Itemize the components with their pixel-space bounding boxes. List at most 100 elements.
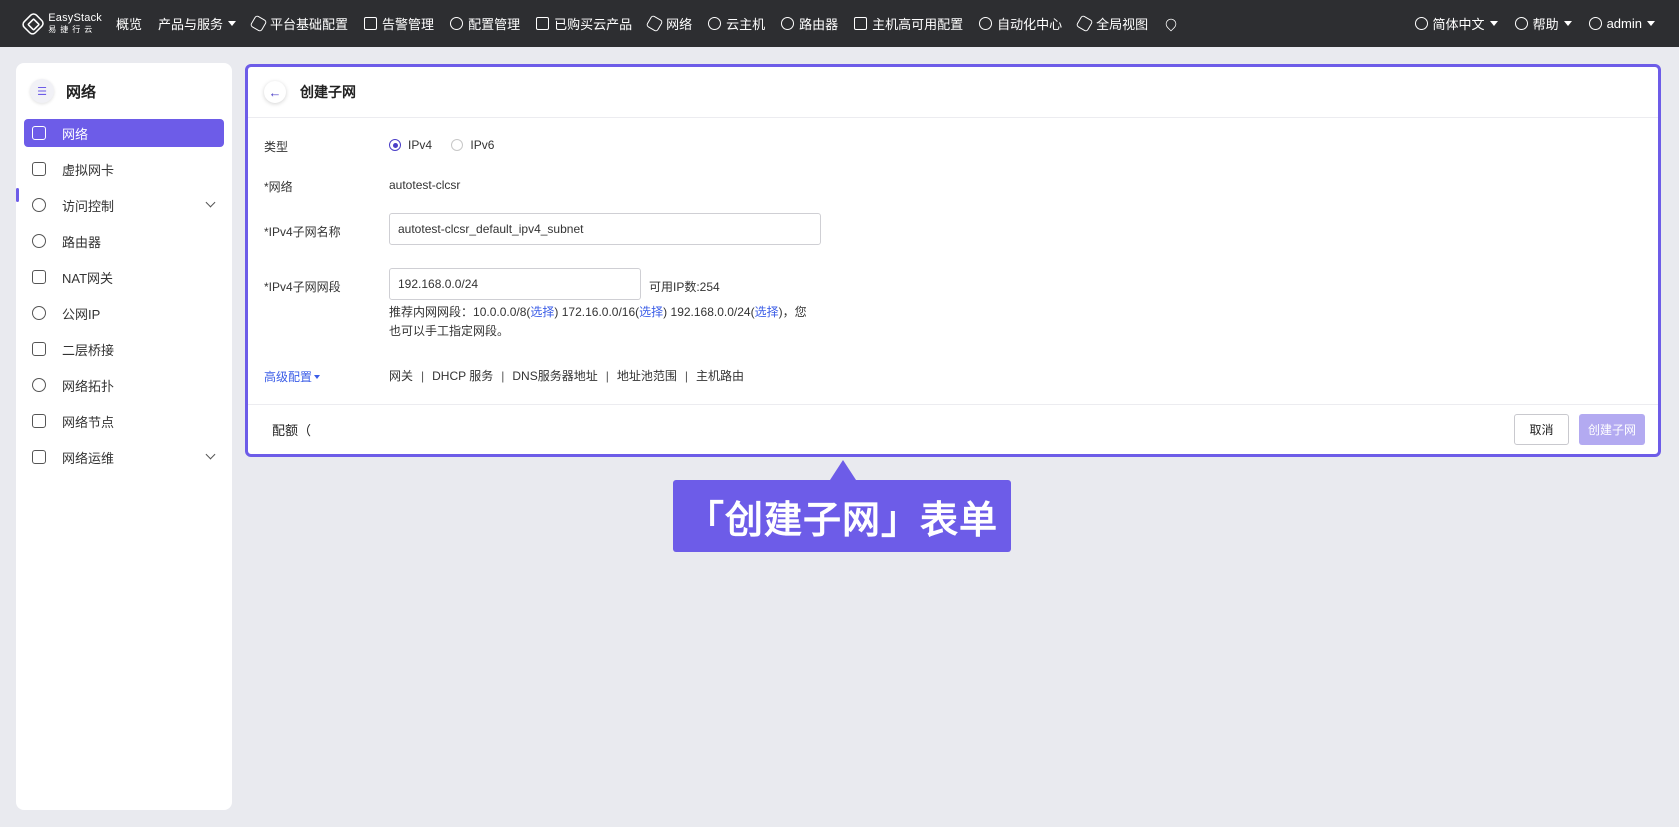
nav-overview[interactable]: 概览: [116, 14, 142, 33]
logo-mark-icon: [20, 10, 46, 37]
language-switch[interactable]: 简体中文: [1414, 14, 1498, 33]
easystack-logo[interactable]: EasyStack 易捷行云: [20, 10, 102, 37]
nav-cloud-host[interactable]: 云主机: [708, 14, 765, 33]
public-ip-icon: [32, 306, 46, 320]
sidebar-item-public-ip[interactable]: 公网IP: [24, 299, 224, 327]
nav-products-services[interactable]: 产品与服务: [158, 14, 237, 33]
nav-purchased[interactable]: 已购买云产品: [536, 14, 632, 33]
ha-icon: [854, 17, 868, 30]
back-arrow-icon[interactable]: ←: [264, 81, 286, 103]
create-subnet-button[interactable]: 创建子网: [1579, 414, 1645, 445]
caret-down-icon: [1563, 21, 1572, 26]
network-icon: [645, 14, 664, 33]
adv-host-routes[interactable]: 主机路由: [696, 367, 744, 384]
page-title: 创建子网: [300, 84, 356, 100]
nat-gateway-icon: [32, 270, 46, 284]
network-label: *网络: [264, 180, 293, 194]
topology-icon: [32, 378, 46, 392]
help-icon: [1514, 17, 1528, 30]
nav-platform-config[interactable]: 平台基础配置: [249, 14, 348, 33]
pin-button[interactable]: [1163, 16, 1179, 31]
recommended-cidr-hint: 推荐内网网段：10.0.0.0/8(选择) 172.16.0.0/16(选择) …: [389, 305, 807, 338]
quota-label: 配额（: [272, 423, 312, 438]
nav-config[interactable]: 配置管理: [450, 14, 520, 33]
sidebar-item-network-ops[interactable]: 网络运维: [24, 443, 224, 471]
advanced-config-items: 网关 | DHCP 服务 | DNS服务器地址 | 地址池范围 | 主机路由: [389, 367, 745, 384]
user-menu[interactable]: admin: [1588, 16, 1655, 31]
list-icon: [536, 17, 550, 30]
chevron-down-icon: [205, 197, 216, 208]
radio-ipv6[interactable]: IPv6: [451, 138, 494, 152]
subnet-name-input[interactable]: autotest-clcsr_default_ipv4_subnet: [389, 213, 821, 245]
top-navbar: EasyStack 易捷行云 概览 产品与服务 平台基础配置 告警管理 配置管理…: [0, 0, 1679, 47]
user-icon: [1588, 17, 1602, 30]
adv-dns[interactable]: DNS服务器地址: [512, 367, 597, 384]
caret-down-icon: [1489, 21, 1498, 26]
caret-down-icon: [228, 21, 237, 26]
create-subnet-card: ← 创建子网 类型 IPv4 IPv6 *网络 autotest-clcsr *…: [245, 64, 1661, 457]
sidebar-title: 网络: [66, 83, 97, 101]
sidebar-item-network[interactable]: 网络: [24, 119, 224, 147]
nav-network[interactable]: 网络: [645, 14, 692, 33]
sidebar-item-nat-gateway[interactable]: NAT网关: [24, 263, 224, 291]
cancel-button[interactable]: 取消: [1514, 414, 1569, 445]
available-ip-count: 可用IP数:254: [649, 280, 720, 294]
radio-checked-icon: [389, 139, 401, 151]
sidebar-header: ☰ 网络: [16, 63, 232, 119]
help-menu[interactable]: 帮助: [1514, 14, 1572, 33]
cloud-icon: [708, 17, 722, 30]
adv-pool[interactable]: 地址池范围: [617, 367, 677, 384]
adv-gateway[interactable]: 网关: [389, 367, 413, 384]
chevron-down-icon: [205, 449, 216, 460]
nav-host-ha[interactable]: 主机高可用配置: [854, 14, 963, 33]
subnet-name-label: *IPv4子网名称: [264, 225, 341, 239]
nic-icon: [32, 162, 46, 176]
caret-down-icon: [1647, 21, 1655, 26]
sidebar-item-network-node[interactable]: 网络节点: [24, 407, 224, 435]
sidebar: ☰ 网络 网络 虚拟网卡 访问控制 路由器 NAT网关 公网IP 二层桥接 网络…: [16, 63, 232, 810]
radio-ipv4[interactable]: IPv4: [389, 138, 432, 152]
ops-icon: [32, 450, 46, 464]
sidebar-item-router[interactable]: 路由器: [24, 227, 224, 255]
menu-toggle-icon[interactable]: ☰: [30, 79, 54, 103]
card-footer: 配额（ 取消 创建子网: [248, 404, 1658, 454]
advanced-config-toggle[interactable]: 高级配置: [264, 368, 321, 385]
settings-icon: [450, 17, 464, 30]
bell-icon: [364, 17, 378, 30]
choose-10-link[interactable]: 选择: [530, 305, 554, 319]
router-icon: [32, 234, 46, 248]
node-icon: [32, 414, 46, 428]
cidr-label: *IPv4子网网段: [264, 280, 341, 294]
sidebar-item-virtual-nic[interactable]: 虚拟网卡: [24, 155, 224, 183]
sidebar-item-l2-bridge[interactable]: 二层桥接: [24, 335, 224, 363]
global-view-icon: [1075, 14, 1094, 33]
nav-right: 简体中文 帮助 admin: [1398, 14, 1655, 33]
caret-down-icon: [314, 374, 321, 379]
callout-banner: 「创建子网」表单: [673, 480, 1011, 552]
router-icon: [781, 17, 795, 30]
pin-icon: [1163, 16, 1179, 31]
card-header: ← 创建子网: [248, 67, 1658, 118]
choose-192-link[interactable]: 选择: [755, 305, 779, 319]
type-radio-group: IPv4 IPv6: [389, 138, 510, 154]
cidr-input[interactable]: 192.168.0.0/24: [389, 268, 641, 300]
nav-global-view[interactable]: 全局视图: [1075, 14, 1148, 33]
sidebar-item-access-control[interactable]: 访问控制: [24, 191, 224, 219]
network-icon: [32, 126, 46, 140]
automation-icon: [979, 17, 993, 30]
sidebar-item-topology[interactable]: 网络拓扑: [24, 371, 224, 399]
type-label: 类型: [264, 140, 289, 154]
access-control-icon: [32, 198, 46, 212]
choose-172-link[interactable]: 选择: [639, 305, 663, 319]
nav-automation[interactable]: 自动化中心: [979, 14, 1062, 33]
network-value: autotest-clcsr: [389, 178, 461, 192]
radio-unchecked-icon: [451, 139, 464, 151]
adv-dhcp[interactable]: DHCP 服务: [432, 367, 493, 384]
active-indicator: [16, 188, 19, 202]
nav-router[interactable]: 路由器: [781, 14, 838, 33]
bridge-icon: [32, 342, 46, 356]
logo-text-en: EasyStack: [48, 12, 102, 24]
globe-icon: [1414, 17, 1428, 30]
main-nav: 概览 产品与服务 平台基础配置 告警管理 配置管理 已购买云产品 网络 云主机 …: [116, 14, 1194, 33]
nav-alarm[interactable]: 告警管理: [364, 14, 434, 33]
